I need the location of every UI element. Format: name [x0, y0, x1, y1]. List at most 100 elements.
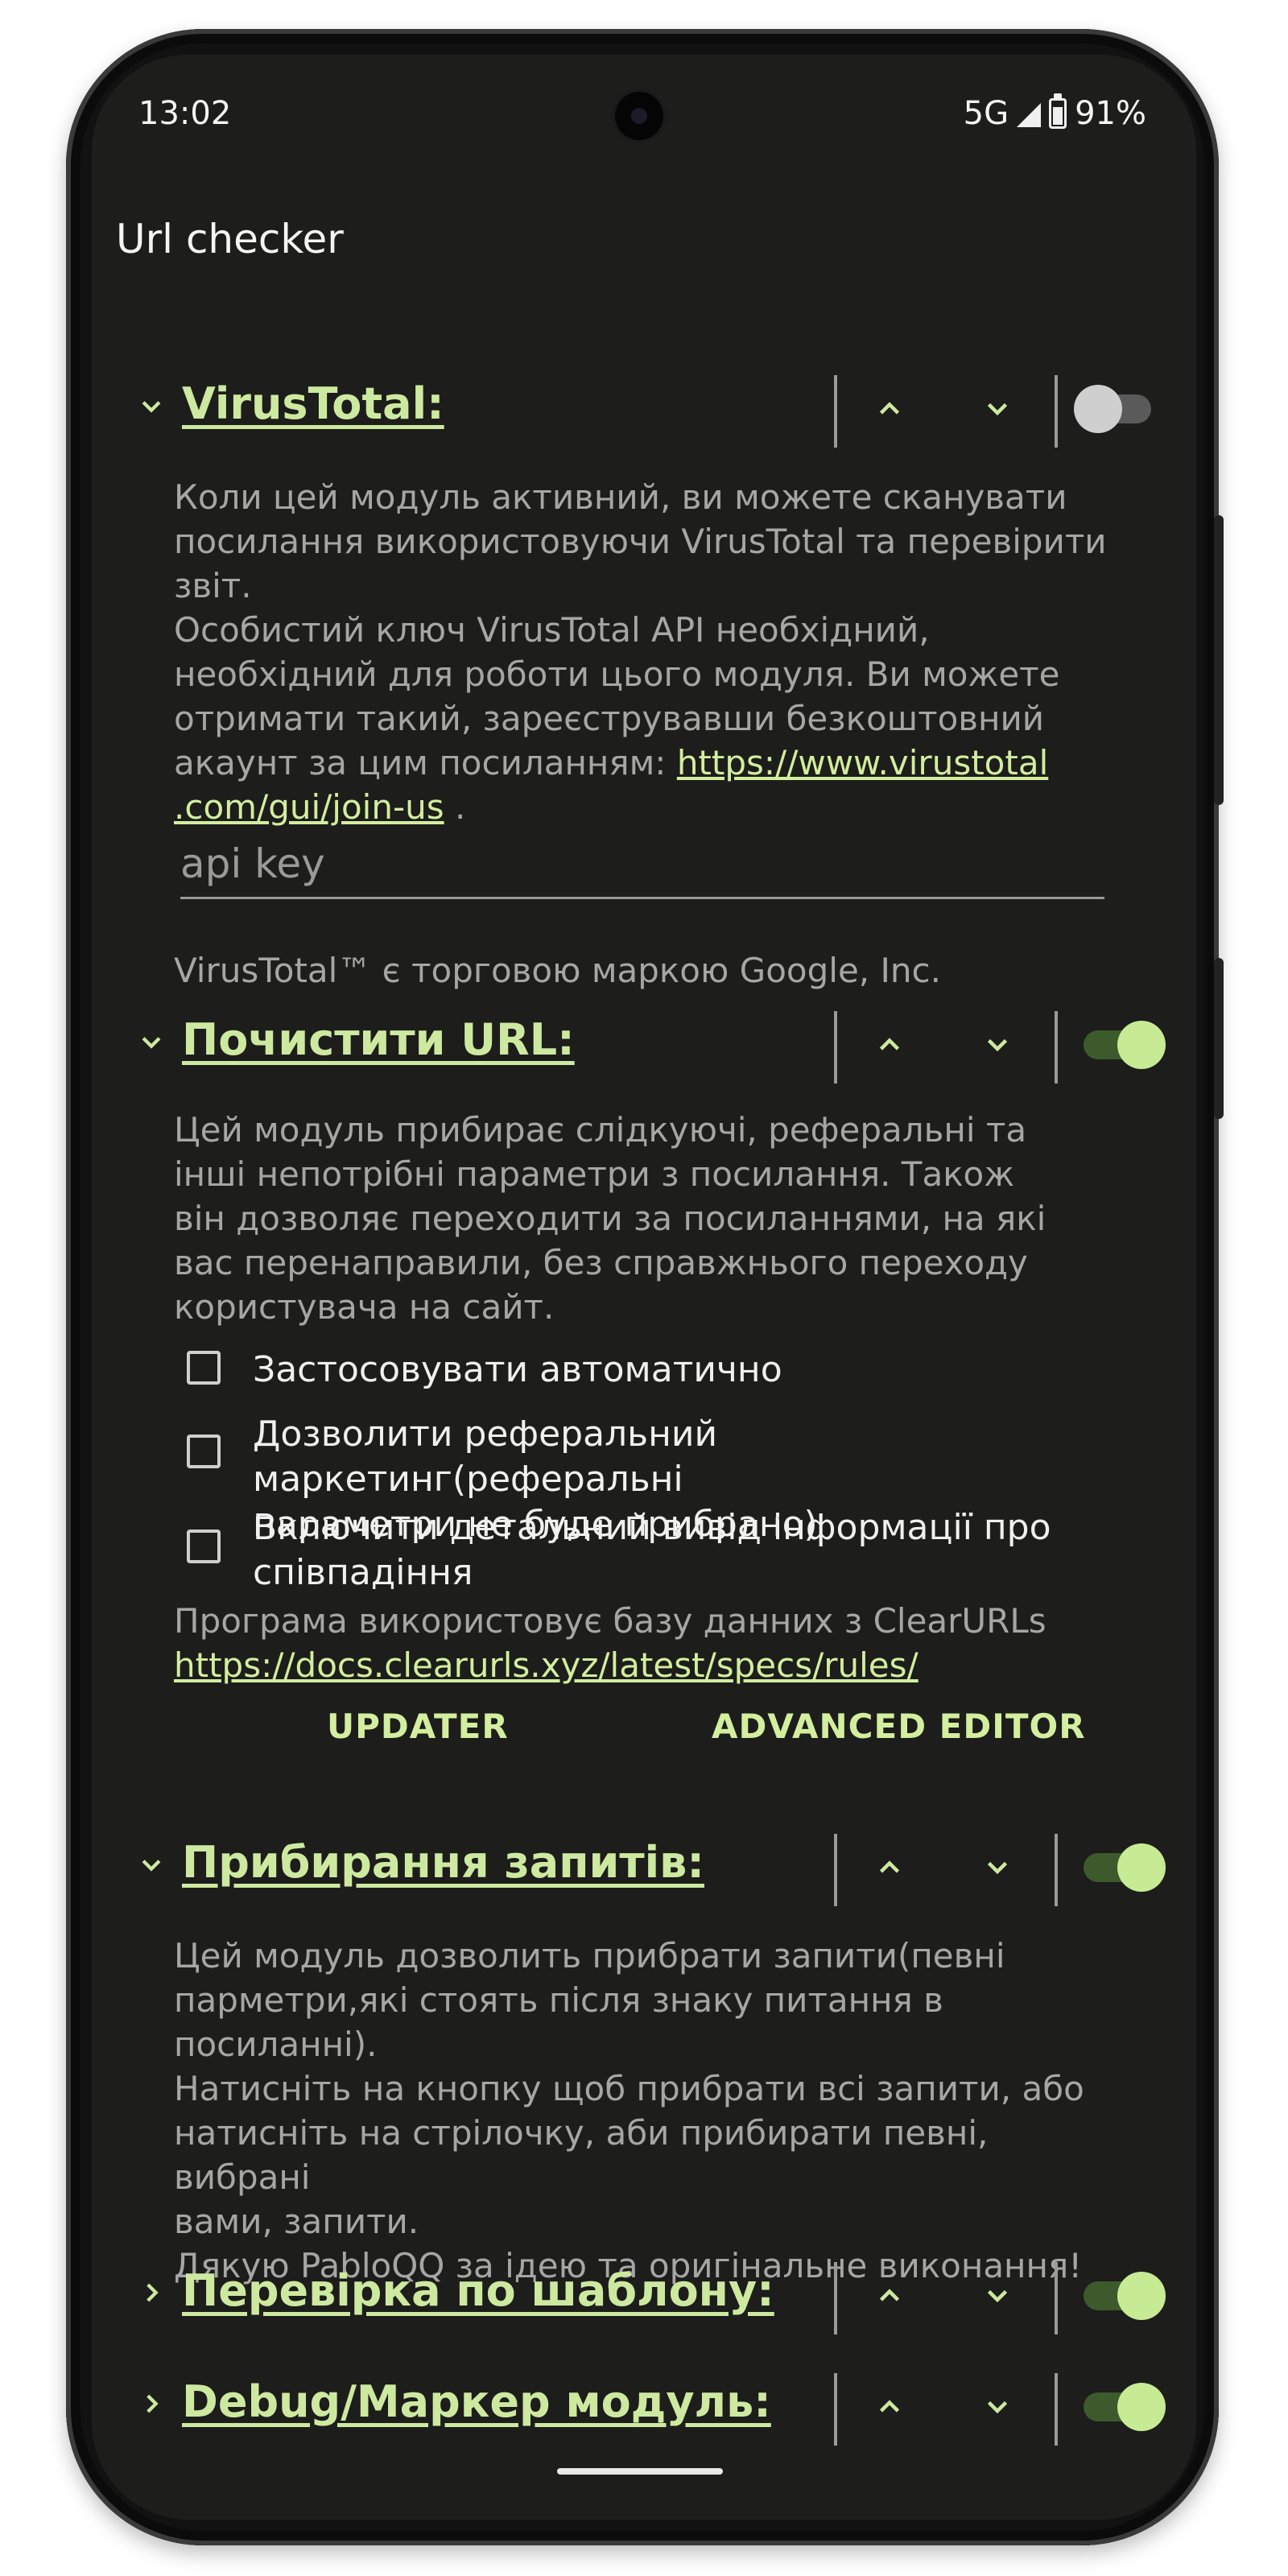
toggle-knob	[1117, 1021, 1166, 1069]
module-title[interactable]: Debug/Маркер модуль:	[182, 2376, 771, 2427]
desc-line: необхідний для роботи цього модуля. Ви м…	[174, 654, 1060, 694]
desc-line: парметри,які стоять після знаку питання …	[174, 1980, 943, 2020]
module-toggle[interactable]	[1084, 1843, 1166, 1892]
virustotal-join-link-cont[interactable]: .com/gui/join-us	[174, 787, 444, 827]
front-camera	[615, 92, 663, 140]
option-label-line: співпадіння	[253, 1552, 473, 1593]
screen: 13:02 5G 91% Url checker VirusTotal: Кол…	[92, 55, 1196, 2520]
module-header-debug: Debug/Маркер модуль:	[92, 2368, 1196, 2446]
option-verbose-info[interactable]: Включити детальний вивід інформації про …	[187, 1505, 1121, 1596]
status-icons: 5G 91%	[963, 93, 1146, 132]
desc-line: натисніть на стрілочку, аби прибирати пе…	[174, 2113, 989, 2197]
move-down-icon[interactable]	[977, 388, 1018, 428]
module-description: Цей модуль дозволить прибрати запити(пев…	[174, 1934, 1124, 2288]
divider	[834, 2373, 837, 2446]
divider	[1055, 2373, 1058, 2446]
network-label: 5G	[963, 95, 1009, 132]
move-down-icon[interactable]	[977, 2386, 1018, 2426]
desc-line: вами, запити.	[174, 2202, 419, 2241]
api-key-placeholder: api key	[180, 840, 325, 887]
option-label-line: Застосовувати автоматично	[253, 1349, 782, 1390]
desc-line: посилання використовуючи VirusTotal та п…	[174, 522, 1107, 561]
desc-suffix: .	[444, 787, 466, 827]
module-toggle[interactable]	[1084, 2383, 1166, 2431]
desc-line: інші непотрібні параметри з посилання. Т…	[174, 1154, 1015, 1194]
option-label: Включити детальний вивід інформації про …	[253, 1505, 1051, 1596]
toggle-knob	[1117, 2383, 1166, 2431]
move-down-icon[interactable]	[977, 1024, 1018, 1064]
chevron-down-icon[interactable]	[135, 390, 167, 422]
module-title[interactable]: VirusTotal:	[182, 378, 444, 429]
checkbox[interactable]	[187, 1530, 221, 1563]
move-up-icon[interactable]	[869, 2386, 910, 2426]
desc-line: Коли цей модуль активний, ви можете скан…	[174, 477, 1067, 517]
option-label-line: Дозволити реферальний маркетинг(рефераль…	[253, 1414, 718, 1500]
power-button	[1214, 958, 1224, 1119]
module-header-remove-queries: Прибирання запитів:	[92, 1829, 1196, 1906]
move-up-icon[interactable]	[869, 2275, 910, 2315]
db-note-text: Програма використовує базу данних з Clea…	[174, 1601, 1046, 1641]
desc-line: отримати такий, зареєструвавши безкоштов…	[174, 699, 1045, 738]
desc-line: посиланні).	[174, 2025, 378, 2064]
module-header-clean-url: Почистити URL:	[92, 1006, 1196, 1084]
desc-line: Цей модуль дозволить прибрати запити(пев…	[174, 1936, 1005, 1975]
divider	[834, 1011, 837, 1084]
desc-line: Натисніть на кнопку щоб прибрати всі зап…	[174, 2069, 1084, 2108]
move-up-icon[interactable]	[869, 1847, 910, 1887]
trademark-note: VirusTotal™ є торговою маркою Google, In…	[174, 951, 941, 990]
module-description: Коли цей модуль активний, ви можете скан…	[174, 475, 1124, 829]
divider	[834, 1834, 837, 1906]
clearurls-note: Програма використовує базу данних з Clea…	[174, 1599, 1124, 1687]
module-title[interactable]: Прибирання запитів:	[182, 1837, 704, 1888]
clearurls-rules-link[interactable]: https://docs.clearurls.xyz/latest/specs/…	[174, 1645, 919, 1685]
chevron-right-icon[interactable]	[135, 2277, 167, 2309]
move-down-icon[interactable]	[977, 1847, 1018, 1887]
advanced-editor-button[interactable]: ADVANCED EDITOR	[712, 1707, 1086, 1746]
status-time: 13:02	[138, 95, 232, 132]
chevron-down-icon[interactable]	[135, 1848, 167, 1880]
desc-line: вас перенаправили, без справжнього перех…	[174, 1243, 1028, 1282]
toggle-knob	[1074, 385, 1122, 433]
checkbox[interactable]	[187, 1351, 221, 1385]
divider	[834, 2262, 837, 2334]
move-up-icon[interactable]	[869, 388, 910, 428]
desc-line: Особистий ключ VirusTotal API необхідний…	[174, 610, 930, 650]
option-label-line: Включити детальний вивід інформації про	[253, 1507, 1051, 1548]
desc-line: акаунт за цим посиланням:	[174, 743, 677, 782]
module-toggle[interactable]	[1074, 385, 1151, 433]
desc-line: користувача на сайт.	[174, 1287, 555, 1327]
volume-button	[1214, 515, 1224, 805]
move-up-icon[interactable]	[869, 1024, 910, 1064]
divider	[834, 375, 837, 448]
divider	[1055, 375, 1058, 448]
chevron-down-icon[interactable]	[135, 1026, 167, 1058]
module-toggle[interactable]	[1084, 1021, 1166, 1069]
move-down-icon[interactable]	[977, 2275, 1018, 2315]
divider	[1055, 1834, 1058, 1906]
option-label: Застосовувати автоматично	[253, 1348, 782, 1393]
option-auto-apply[interactable]: Застосовувати автоматично	[187, 1348, 1121, 1393]
checkbox[interactable]	[187, 1435, 221, 1468]
home-indicator[interactable]	[557, 2468, 723, 2475]
desc-line: звіт.	[174, 566, 252, 605]
api-key-input[interactable]: api key	[180, 832, 1104, 899]
module-description: Цей модуль прибирає слідкуючі, реферальн…	[174, 1108, 1124, 1329]
divider	[1055, 2262, 1058, 2334]
divider	[1055, 1011, 1058, 1084]
module-header-virustotal: VirusTotal:	[92, 370, 1196, 448]
desc-line: він дозволяє переходити за посиланнями, …	[174, 1199, 1046, 1238]
virustotal-join-link[interactable]: https://www.virustotal	[677, 743, 1048, 782]
module-title[interactable]: Перевірка по шаблону:	[182, 2265, 774, 2316]
battery-icon	[1049, 93, 1067, 129]
updater-button[interactable]: UPDATER	[327, 1707, 509, 1746]
app-title: Url checker	[116, 216, 344, 262]
module-header-pattern-check: Перевірка по шаблону:	[92, 2257, 1196, 2334]
signal-icon	[1017, 103, 1042, 127]
battery-percent: 91%	[1075, 95, 1146, 132]
module-title[interactable]: Почистити URL:	[182, 1014, 575, 1065]
chevron-right-icon[interactable]	[135, 2388, 167, 2420]
toggle-knob	[1117, 1843, 1166, 1892]
toggle-knob	[1117, 2272, 1166, 2320]
module-toggle[interactable]	[1084, 2272, 1166, 2320]
desc-line: Цей модуль прибирає слідкуючі, реферальн…	[174, 1110, 1027, 1150]
